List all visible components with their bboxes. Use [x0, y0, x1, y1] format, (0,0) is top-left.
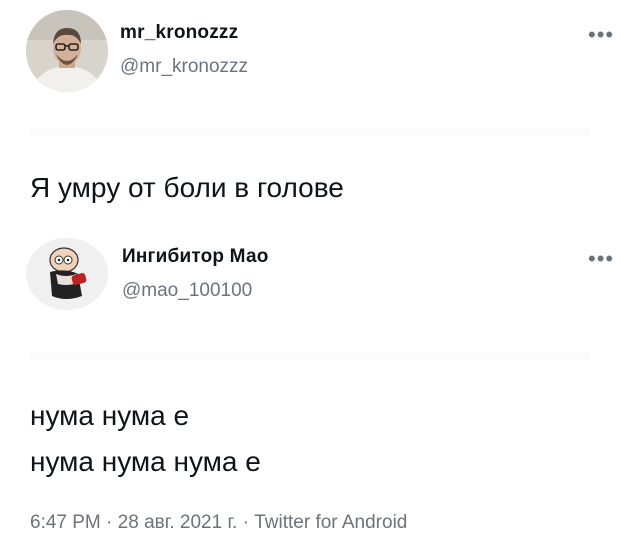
tweet-text-line: нума нума е [30, 400, 190, 431]
avatar[interactable] [26, 10, 108, 92]
separator: · [106, 512, 113, 533]
user-handle[interactable]: @mao_100100 [122, 280, 252, 302]
divider [30, 128, 590, 136]
display-name[interactable]: Ингибитор Мао [122, 246, 269, 268]
tweet-text: Я умру от боли в голове [30, 172, 344, 203]
tweet-metadata: 6:47 PM · 28 авг. 2021 г. · Twitter for … [30, 512, 407, 534]
avatar[interactable] [26, 238, 108, 310]
more-horizontal-icon[interactable]: ••• [588, 24, 614, 46]
tweet-date[interactable]: 28 авг. 2021 г. [118, 512, 238, 533]
separator: · [242, 512, 249, 533]
tweet-text-line: нума нума нума е [30, 446, 261, 477]
user-handle[interactable]: @mr_kronozzz [120, 56, 248, 78]
tweet-source[interactable]: Twitter for Android [254, 512, 407, 533]
more-horizontal-icon[interactable]: ••• [588, 248, 614, 270]
display-name[interactable]: mr_kronozzz [120, 22, 238, 44]
tweet-time[interactable]: 6:47 PM [30, 512, 101, 533]
divider [30, 352, 590, 360]
